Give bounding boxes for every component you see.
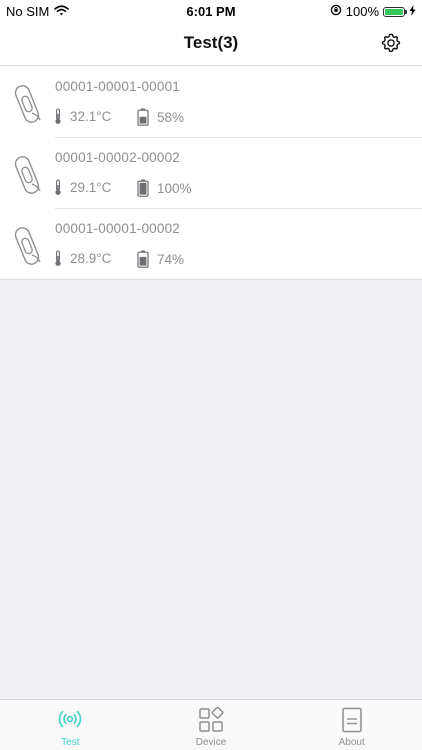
wristband-icon	[14, 227, 41, 265]
temperature-metric: 32.1°C	[54, 108, 111, 125]
settings-button[interactable]	[380, 32, 402, 54]
battery-level-icon	[137, 250, 149, 268]
device-id: 00001-00001-00001	[55, 79, 181, 94]
wristband-icon	[14, 85, 41, 123]
temperature-value: 28.9°C	[70, 251, 112, 266]
device-row[interactable]: 00001-00001-00001 32.1°C 58%	[0, 66, 422, 137]
device-list: 00001-00001-00001 32.1°C 58% 00001-00002…	[0, 66, 422, 280]
battery-metric: 74%	[137, 250, 184, 268]
battery-icon	[383, 6, 407, 17]
page-title: Test(3)	[183, 33, 239, 52]
temperature-metric: 28.9°C	[54, 250, 111, 267]
broadcast-icon	[59, 710, 82, 728]
tab-bar: Test Device About	[0, 699, 422, 750]
battery-level-icon	[137, 179, 149, 197]
device-id: 00001-00001-00002	[55, 221, 181, 236]
gear-icon	[381, 33, 401, 53]
battery-percent: 100%	[345, 4, 379, 19]
status-bar: No SIM 6:01 PM 100%	[0, 0, 422, 22]
tab-label: About	[338, 737, 365, 748]
thermometer-icon	[55, 179, 61, 195]
temperature-value: 32.1°C	[70, 109, 112, 124]
battery-metric: 100%	[137, 179, 192, 197]
battery-value: 58%	[157, 109, 185, 125]
tab-about[interactable]: About	[281, 700, 422, 750]
device-row[interactable]: 00001-00002-00002 29.1°C 100%	[0, 137, 422, 208]
charging-bolt-icon	[409, 4, 416, 19]
grid-icon	[199, 707, 224, 732]
temperature-value: 29.1°C	[70, 180, 112, 195]
document-icon	[341, 707, 362, 733]
device-row[interactable]: 00001-00001-00002 28.9°C 74%	[0, 208, 422, 279]
thermometer-icon	[55, 108, 61, 124]
battery-level-fill	[385, 8, 403, 15]
battery-value: 74%	[157, 251, 185, 267]
thermometer-icon	[55, 250, 61, 266]
tab-test[interactable]: Test	[0, 700, 141, 750]
battery-metric: 58%	[137, 108, 184, 126]
battery-level-icon	[137, 108, 149, 126]
wristband-icon	[14, 156, 41, 194]
temperature-metric: 29.1°C	[54, 179, 111, 196]
orientation-lock-icon	[330, 4, 342, 19]
battery-value: 100%	[157, 180, 192, 196]
tab-label: Device	[195, 737, 227, 748]
tab-label: Test	[61, 737, 80, 748]
tab-device[interactable]: Device	[141, 700, 282, 750]
status-right: 100%	[330, 4, 416, 19]
device-id: 00001-00002-00002	[55, 150, 181, 165]
navigation-bar: Test(3)	[0, 22, 422, 66]
